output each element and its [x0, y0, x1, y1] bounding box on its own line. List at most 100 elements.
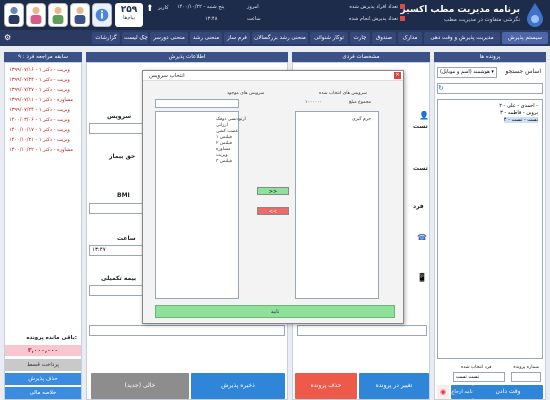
balance-value: ۳,۰۰۰,۰۰۰ [5, 345, 81, 356]
history-item[interactable]: ۱۴۰۰/۰۳/۰۶ - ویزیت - دکتر ۱ [9, 117, 83, 123]
app-title: برنامه مدیریت مطب اکسیر [400, 5, 520, 15]
available-service-item[interactable]: فیلنس ۲ [216, 141, 232, 146]
refresh-icon[interactable]: ↻ [438, 84, 444, 92]
history-item[interactable]: ۱۴۰۰/۱۰/۲۲ - مشاوره - دکتر ۱ [9, 147, 83, 153]
menu-admission-system[interactable]: سیستم پذیرش [502, 32, 548, 44]
available-service-item[interactable]: ارزانی [216, 123, 228, 128]
available-service-item[interactable]: عصب کشی [216, 129, 238, 134]
history-item[interactable]: ۱۳۹۹/۰۷/۲۴ - ویزیت - دکتر ۱ [9, 77, 83, 83]
available-service-item[interactable]: فیلنس ۱ [216, 135, 232, 140]
selected-service-item[interactable]: جرم گیری [352, 117, 371, 122]
admission-note-field[interactable] [89, 325, 285, 336]
message-label: پیام‌ها [123, 15, 135, 21]
history-item[interactable]: ۱۴۰۰/۱۰/۱۷ - ویزیت - دکتر ۱ [9, 127, 83, 133]
menu-audiometry[interactable]: توکار شنوائی [310, 32, 348, 44]
bmi-field[interactable] [89, 203, 143, 214]
add-service-button[interactable]: >> [257, 187, 289, 195]
menu-head-curve[interactable]: منحنی دورسر [150, 32, 188, 44]
patients-panel: اساس جستجو هوشمند (اسم و موبایل) ▾ ↻ ۲ -… [434, 62, 546, 400]
personal-note-field[interactable] [297, 325, 427, 336]
selected-person-field: تست تست [453, 372, 505, 382]
appointment-button[interactable]: وقت دادن [473, 385, 543, 399]
history-item[interactable]: ۱۳۹۹/۰۷/۱۶ - ویزیت - دکتر ۱ [9, 67, 83, 73]
patient-tree-item-selected[interactable]: ۴ - تست - تست [503, 117, 538, 123]
history-item[interactable]: ۱۳۹۹/۰۷/۱۱ - مشاوره - دکتر ۱ [9, 97, 83, 103]
selected-services-title: سرویس های انتخاب شده [319, 91, 367, 96]
info-icon[interactable] [92, 3, 112, 27]
available-search-input[interactable] [155, 99, 239, 108]
installment-button[interactable]: پرداخت قسط [5, 359, 81, 371]
person-icon: 👤 [419, 111, 429, 120]
new-admission-button[interactable]: خالی (جدید) [91, 373, 189, 399]
patient-tree: ۲ - احمدی - علی - ۳ - پروین - فاطمه ۴ - … [437, 99, 543, 359]
financial-summary-button[interactable]: خلاصه مالی [5, 387, 81, 399]
patient-tree-item[interactable]: ۳ - پروین - فاطمه [500, 110, 538, 116]
available-service-item[interactable]: ارتودنسی دوفک [216, 117, 246, 122]
referral-letter-button[interactable]: نامه ارجاع [451, 385, 473, 399]
save-admission-button[interactable]: ذخیره پذیرش [191, 373, 285, 399]
total-amount-value: ۱۰۰۰۰۰۰ [305, 100, 322, 105]
patient-search-input[interactable] [437, 83, 543, 94]
phone-icon: ☎ [417, 233, 427, 242]
history-item[interactable]: ۱۳۹۹/۰۷/۲۴ - ویزیت - دکتر ۱ [9, 107, 83, 113]
admission-time-field[interactable]: ۱۳:۴۷ [89, 245, 143, 256]
admin-icon[interactable] [70, 3, 90, 27]
file-number-field[interactable] [511, 372, 541, 382]
date-value: ۱۴۰۰/۱۰/۲۲ - پنج شنبه [177, 4, 225, 10]
available-services-title: سرویس های موجود [227, 91, 265, 96]
stat-done: تعداد پذیرش انجام شده [349, 16, 405, 22]
doctor-icon[interactable] [4, 3, 24, 27]
user-label: کاربر [158, 5, 169, 11]
message-counter[interactable]: ۲۵۹ پیام‌ها [115, 3, 143, 27]
close-icon[interactable]: ✕ [394, 72, 401, 79]
menu-adult-growth[interactable]: منحنی رشد بزرگسالان [252, 32, 308, 44]
file-number-label: شماره پرونده [513, 365, 539, 370]
admission-panel-header: اطلاعات پذیرش [86, 52, 288, 62]
patient-tree-item[interactable]: ۲ - احمدی - علی - [499, 103, 538, 109]
settings-gear-icon[interactable]: ⚙ [4, 33, 13, 42]
admission-time-label: ساعت [117, 235, 136, 242]
staff-icon[interactable] [48, 3, 68, 27]
stat-registered: تعداد افراد پذیرش شده [349, 4, 405, 10]
search-basis-label: اساس جستجو [505, 68, 541, 75]
history-panel: ۱۳۹۹/۰۷/۱۶ - ویزیت - دکتر ۱ ۱۳۹۹/۰۷/۲۴ -… [4, 62, 82, 400]
message-count: ۲۵۹ [120, 5, 138, 15]
menu-documents[interactable]: مدارک [398, 32, 422, 44]
service-label: سرویس [107, 113, 132, 120]
menu-form-builder[interactable]: فرم ساز [224, 32, 250, 44]
gender-label: فرد [413, 203, 424, 210]
time-value: ۱۳:۴۸ [205, 16, 218, 22]
available-service-item[interactable]: ویزیت [216, 153, 228, 158]
user-up-icon[interactable]: ⬆ [146, 4, 154, 14]
search-basis-select[interactable]: هوشمند (اسم و موبایل) ▾ [437, 67, 497, 78]
menu-reports[interactable]: گزارشات [92, 32, 120, 44]
patients-panel-header: پرونده ها [434, 52, 546, 62]
history-item[interactable]: ۱۳۹۹/۰۷/۲۷ - ویزیت - دکتر ۱ [9, 87, 83, 93]
delete-admission-button[interactable]: حذف پذیرش [5, 373, 81, 385]
broadcast-icon[interactable]: ◉ [437, 385, 449, 399]
menu-cashbox[interactable]: صندوق [372, 32, 396, 44]
total-amount-label: مجموع مبلغ [349, 100, 372, 105]
menu-admission-management[interactable]: مدیریت پذیرش و وقت دهی [424, 32, 500, 44]
menu-checklist[interactable]: چک لیست [122, 32, 148, 44]
balance-label: باقی مانده پرونده: [26, 335, 77, 341]
selected-services-list: جرم گیری [295, 111, 379, 299]
menu-growth-curve[interactable]: منحنی رشد [190, 32, 222, 44]
history-panel-header: سابقه مراجعه فرد : ۹ [4, 52, 82, 62]
available-service-item[interactable]: مشاوره [216, 147, 231, 152]
remove-service-button[interactable]: << [257, 207, 289, 215]
selected-person-label: فرد انتخاب شده [461, 365, 492, 370]
app-subtitle: نگرشی متفاوت در مدیریت مطب [444, 17, 520, 23]
history-item[interactable]: ۱۴۰۰/۱۰/۲۱ - ویزیت - دکتر ۱ [9, 137, 83, 143]
available-service-item[interactable]: فیلنس ۳ [216, 159, 232, 164]
confirm-button[interactable]: تایید [155, 305, 395, 318]
service-field[interactable] [89, 123, 143, 134]
dialog-title: انتخاب سرویس [149, 73, 185, 79]
logo-icon [527, 3, 543, 27]
menu-chart[interactable]: چارت [350, 32, 370, 44]
chevron-down-icon: ▾ [491, 69, 494, 75]
insurance-field[interactable] [89, 285, 143, 296]
change-file-button[interactable]: تغییر در پرونده [359, 373, 429, 399]
delete-file-button[interactable]: حذف پرونده [295, 373, 357, 399]
nurse-icon[interactable] [26, 3, 46, 27]
